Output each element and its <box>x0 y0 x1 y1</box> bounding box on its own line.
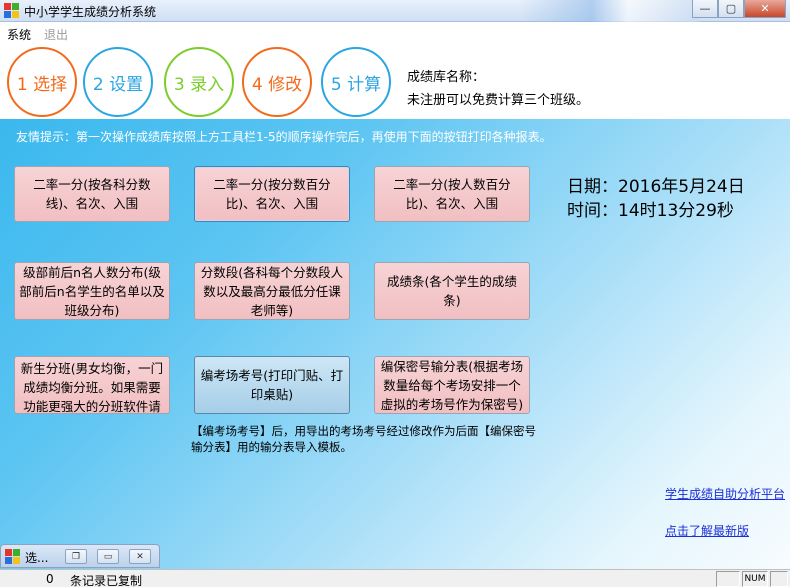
rate-by-score-line-button[interactable]: 二率一分(按各科分数线)、名次、入围 <box>14 166 170 222</box>
minimized-window[interactable]: 选... ❐ ▭ ✕ <box>0 544 160 568</box>
rate-by-count-percent-button[interactable]: 二率一分(按人数百分比)、名次、入围 <box>374 166 530 222</box>
exam-number-note: 【编考场考号】后，用导出的考场考号经过修改作为后面【编保密号输分表】用的输分表导… <box>191 424 536 454</box>
register-note: 未注册可以免费计算三个班级。 <box>407 93 590 108</box>
main-panel: 友情提示：第一次操作成绩库按照上方工具栏1-5的顺序操作完后，再使用下面的按钮打… <box>0 119 790 569</box>
restore-icon[interactable]: ❐ <box>65 549 87 564</box>
title-decoration <box>520 0 700 22</box>
rank-distribution-button[interactable]: 级部前后n名人数分布(级部前后n名学生的名单以及班级分布) <box>14 262 170 320</box>
menu-exit[interactable]: 退出 <box>44 26 68 43</box>
menu-system[interactable]: 系统 <box>7 26 31 43</box>
status-panel-end <box>770 571 788 587</box>
menu-bar: 系统 退出 <box>0 24 790 42</box>
time-display: 时间：14时13分29秒 <box>567 201 734 221</box>
date-display: 日期：2016年5月24日 <box>567 177 745 197</box>
record-count: 0 <box>46 572 54 586</box>
close-icon[interactable]: ✕ <box>129 549 151 564</box>
close-button[interactable]: ✕ <box>744 0 786 18</box>
platform-link[interactable]: 学生成绩自助分析平台 <box>665 485 785 502</box>
db-name-label: 成绩库名称： <box>407 70 486 85</box>
minimized-window-title: 选... <box>25 551 49 565</box>
step-calculate-button[interactable]: 5 计算 <box>321 47 391 117</box>
class-assignment-button[interactable]: 新生分班(男女均衡，一门成绩均衡分班。如果需要功能更强大的分班软件请 <box>14 356 170 414</box>
child-window-icon <box>5 549 21 565</box>
maximize-icon[interactable]: ▭ <box>97 549 119 564</box>
score-slip-button[interactable]: 成绩条(各个学生的成绩条) <box>374 262 530 320</box>
window-title: 中小学学生成绩分析系统 <box>24 5 157 19</box>
tip-text: 友情提示：第一次操作成绩库按照上方工具栏1-5的顺序操作完后，再使用下面的按钮打… <box>16 130 552 144</box>
new-version-link[interactable]: 点击了解最新版 <box>665 522 749 539</box>
toolbar: 1 选择 2 设置 3 录入 4 修改 5 计算 成绩库名称： 未注册可以免费计… <box>0 42 790 119</box>
minimize-button[interactable]: — <box>692 0 718 18</box>
step-input-button[interactable]: 3 录入 <box>164 47 234 117</box>
maximize-button[interactable]: ▢ <box>718 0 744 18</box>
step-select-button[interactable]: 1 选择 <box>7 47 77 117</box>
status-bar: 0 条记录已复制 NUM <box>0 569 790 587</box>
num-lock-indicator: NUM <box>742 571 768 587</box>
rate-by-score-percent-button[interactable]: 二率一分(按分数百分比)、名次、入围 <box>194 166 350 222</box>
status-text: 条记录已复制 <box>70 574 143 587</box>
secret-number-sheet-button[interactable]: 编保密号输分表(根据考场数量给每个考场安排一个虚拟的考场号作为保密号) <box>374 356 530 414</box>
exam-room-number-button[interactable]: 编考场考号(打印门贴、打印桌贴) <box>194 356 350 414</box>
step-settings-button[interactable]: 2 设置 <box>83 47 153 117</box>
status-panel-empty <box>716 571 740 587</box>
app-icon <box>4 3 20 19</box>
title-bar: 中小学学生成绩分析系统 — ▢ ✕ <box>0 0 790 22</box>
score-bands-button[interactable]: 分数段(各科每个分数段人数以及最高分最低分任课老师等) <box>194 262 350 320</box>
step-modify-button[interactable]: 4 修改 <box>242 47 312 117</box>
